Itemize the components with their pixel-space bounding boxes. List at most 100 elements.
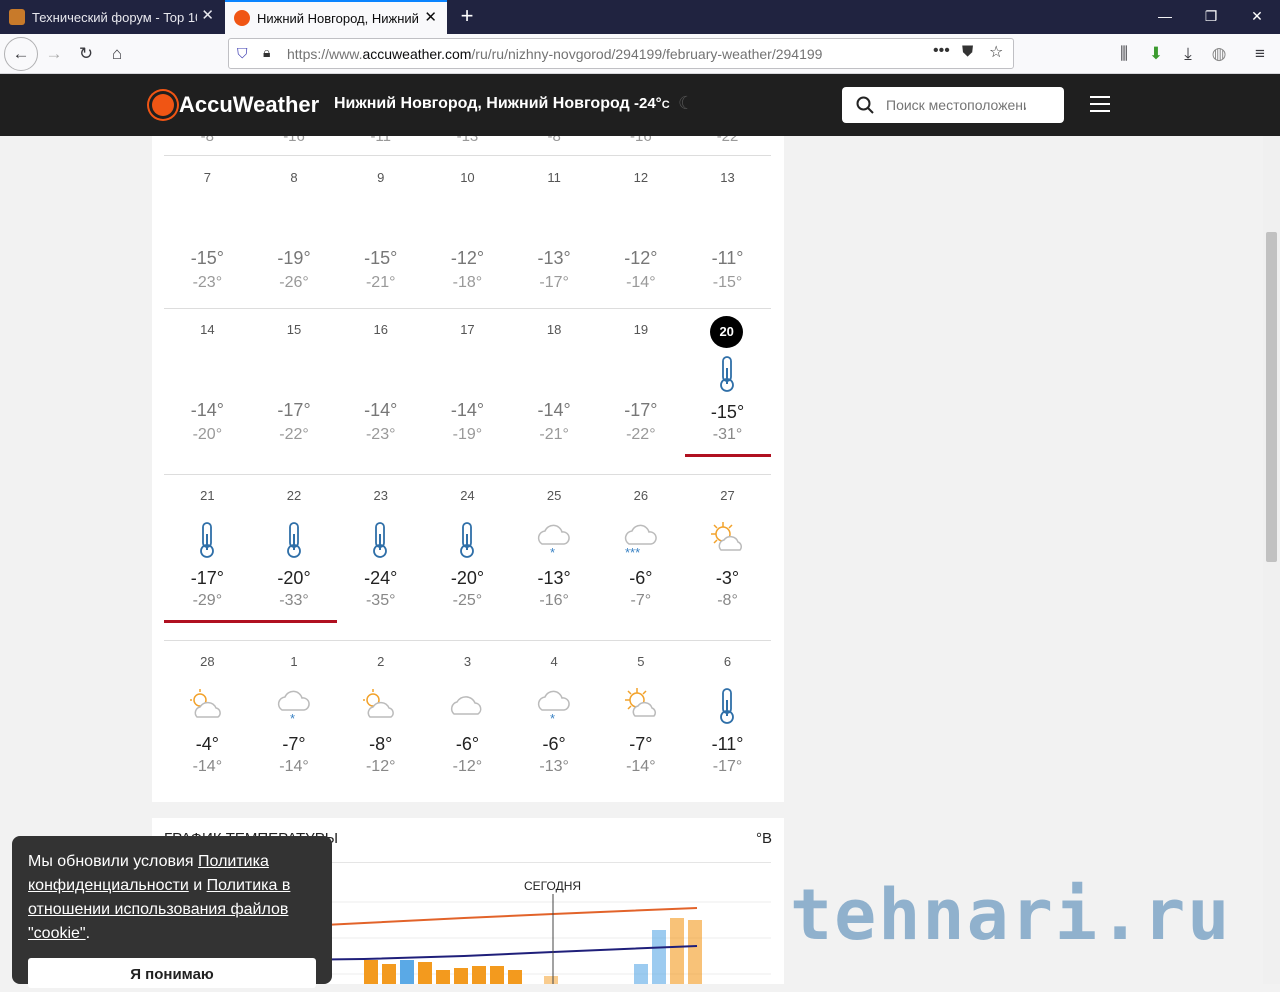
home-icon[interactable]: ⌂ [103, 40, 131, 68]
location-name[interactable]: Нижний Новгород, Нижний Новгород [334, 95, 630, 113]
day-cell[interactable]: 26 *** -6° -7° [598, 474, 685, 640]
heavy-snow-icon: *** [621, 520, 661, 560]
downloads-icon[interactable]: ⤓ [1174, 40, 1202, 68]
partial-temp: -8 [200, 136, 215, 145]
day-cell[interactable]: 18 -14° -21° [511, 308, 598, 474]
search-input[interactable] [886, 97, 1026, 113]
low-temp: -8° [717, 592, 738, 609]
snow-cloud-icon: * [534, 520, 574, 560]
day-cell[interactable]: 27 -3° -8° [684, 474, 771, 640]
day-cell[interactable]: 21 -17° -29° [164, 474, 251, 640]
day-cell[interactable]: 17 -14° -19° [424, 308, 511, 474]
low-temp: -23° [192, 274, 223, 291]
current-period-bar [164, 620, 337, 623]
site-menu-icon[interactable] [1090, 96, 1110, 112]
low-temp: -15° [712, 274, 743, 291]
forward-icon[interactable]: → [40, 40, 68, 68]
page-actions-icon[interactable]: ••• [933, 42, 950, 60]
high-temp: -15° [364, 248, 398, 268]
bookmark-star-icon[interactable]: ☆ [989, 42, 1003, 62]
day-cell[interactable]: 6 -11° -17° [684, 640, 771, 802]
temp-unit: C [661, 99, 670, 111]
day-cell[interactable]: 13 -11° -15° [684, 156, 771, 308]
extension-download-icon[interactable]: ⬇ [1142, 40, 1170, 68]
tab-technical-forum[interactable]: Технический форум - Top 10 « ✕ [0, 0, 224, 34]
new-tab-icon[interactable]: + [455, 4, 479, 28]
day-cell[interactable]: 1 * -7° -14° [251, 640, 338, 802]
day-cell[interactable]: 19 -17° -22° [598, 308, 685, 474]
day-cell[interactable]: 11 -13° -17° [511, 156, 598, 308]
day-cell[interactable]: 25 * -13° -16° [511, 474, 598, 640]
high-temp: -15° [190, 248, 224, 268]
calendar-week: 21 -17° -29° 22 -20° -33° 23 -24° -35° 24 -20° -25°… [164, 474, 771, 640]
high-temp: -3° [715, 568, 740, 588]
scrollbar-thumb[interactable] [1266, 232, 1277, 562]
close-tab-icon[interactable]: ✕ [201, 8, 214, 24]
reload-icon[interactable]: ↻ [72, 40, 100, 68]
minimize-icon[interactable]: — [1142, 5, 1188, 29]
thermometer-icon [360, 520, 400, 560]
day-number: 10 [460, 170, 475, 185]
day-cell[interactable]: 22 -20° -33° [251, 474, 338, 640]
day-cell[interactable]: 16 -14° -23° [337, 308, 424, 474]
low-temp: -17° [539, 274, 569, 291]
day-cell[interactable]: 12 -12° -14° [598, 156, 685, 308]
day-cell[interactable]: 24 -20° -25° [424, 474, 511, 640]
day-cell-today[interactable]: 20 -15° -31° [684, 308, 771, 474]
day-cell[interactable]: 8 -19° -26° [251, 156, 338, 308]
low-temp: -26° [279, 274, 309, 291]
day-cell[interactable]: 3 -6° -12° [424, 640, 511, 802]
week-divider [164, 640, 771, 641]
low-temp: -19° [452, 426, 483, 443]
day-cell[interactable]: 5 -7° -14° [598, 640, 685, 802]
day-cell[interactable]: 14 -14° -20° [164, 308, 251, 474]
day-number: 5 [637, 654, 645, 669]
day-cell[interactable]: 4 * -6° -13° [511, 640, 598, 802]
high-temp: -14° [190, 400, 224, 420]
temp-value: -24° [634, 95, 662, 112]
tab-accuweather[interactable]: Нижний Новгород, Нижний Но ✕ [225, 0, 447, 34]
svg-text:*: * [550, 545, 555, 560]
accuweather-logo[interactable]: AccuWeather [152, 92, 319, 118]
location-search[interactable] [842, 87, 1064, 123]
low-temp: -13° [539, 758, 569, 775]
partial-temp: -11 [370, 136, 392, 145]
hamburger-menu-icon[interactable]: ≡ [1246, 40, 1274, 68]
partial-temp: -16 [630, 136, 652, 145]
partial-temp: -8 [547, 136, 561, 145]
library-icon[interactable]: ⫼ [1110, 40, 1138, 68]
back-icon[interactable]: ← [4, 37, 38, 71]
day-cell[interactable]: 2 -8° -12° [337, 640, 424, 802]
high-temp: -19° [277, 248, 311, 268]
shield-icon[interactable]: ⛉ [237, 45, 248, 62]
day-cell[interactable]: 28 -4° -14° [164, 640, 251, 802]
graph-unit[interactable]: °В [756, 830, 772, 847]
high-temp: -13° [537, 568, 571, 588]
low-temp: -29° [192, 592, 223, 609]
url-bar[interactable]: ⛉ 🔒︎ https://www. accuweather.com/ru/ru/n… [228, 38, 1014, 69]
close-window-icon[interactable]: ✕ [1234, 5, 1280, 29]
restore-icon[interactable]: ❐ [1188, 5, 1234, 29]
thermometer-icon [707, 354, 747, 394]
pocket-icon[interactable]: ⛊ [962, 43, 973, 60]
day-cell[interactable]: 10 -12° -18° [424, 156, 511, 308]
day-cell[interactable]: 7 -15° -23° [164, 156, 251, 308]
globe-icon[interactable]: ◍ [1205, 40, 1233, 68]
lock-icon[interactable]: 🔒︎ [263, 44, 270, 61]
day-number: 13 [720, 170, 735, 185]
page-scrollbar[interactable] [1263, 136, 1280, 984]
day-cell[interactable]: 9 -15° -21° [337, 156, 424, 308]
partial-temp: -22 [716, 136, 739, 145]
forum-favicon-icon [9, 9, 25, 25]
high-temp: -8° [369, 734, 393, 754]
low-temp: -7° [630, 592, 652, 609]
day-number: 17 [460, 322, 475, 337]
low-temp: -16° [539, 592, 569, 609]
day-cell[interactable]: 15 -17° -22° [251, 308, 338, 474]
low-temp: -25° [452, 592, 483, 609]
current-temperature[interactable]: -24°C [634, 95, 670, 112]
high-temp: -6° [542, 734, 566, 754]
high-temp: -20° [450, 568, 485, 588]
day-cell[interactable]: 23 -24° -35° [337, 474, 424, 640]
close-tab-icon[interactable]: ✕ [424, 10, 437, 26]
